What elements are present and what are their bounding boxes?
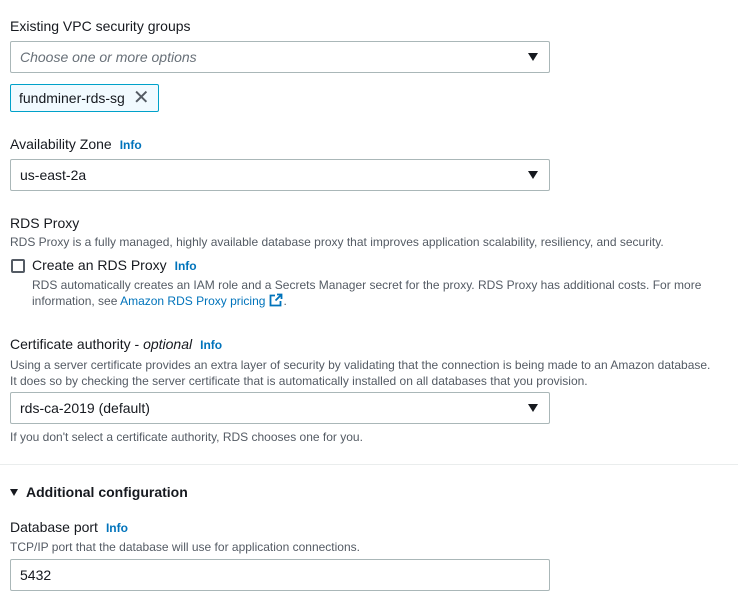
caret-down-icon <box>528 404 538 412</box>
rds-proxy-help-suffix: . <box>283 294 287 308</box>
certificate-authority-select[interactable]: rds-ca-2019 (default) <box>10 392 550 424</box>
database-port-label-row: Database port Info <box>10 519 128 535</box>
certificate-authority-label: Certificate authority - <box>10 336 144 352</box>
security-group-token-label: fundminer-rds-sg <box>19 90 125 106</box>
security-group-token: fundminer-rds-sg ✕ <box>10 84 159 112</box>
certificate-authority-label-row: Certificate authority - optional Info <box>10 336 222 352</box>
vpc-security-groups-placeholder: Choose one or more options <box>20 49 197 65</box>
rds-proxy-help-line2: information, see Amazon RDS Proxy pricin… <box>32 293 287 309</box>
database-port-info-link[interactable]: Info <box>106 521 128 535</box>
vpc-security-groups-label: Existing VPC security groups <box>10 18 191 34</box>
caret-down-icon <box>10 489 18 496</box>
external-link-icon[interactable] <box>269 293 283 307</box>
certificate-authority-value: rds-ca-2019 (default) <box>20 400 150 416</box>
availability-zone-label: Availability Zone <box>10 136 112 152</box>
create-rds-proxy-label-row: Create an RDS Proxy Info <box>32 257 197 273</box>
section-divider <box>0 464 738 465</box>
rds-proxy-info-link[interactable]: Info <box>175 259 197 273</box>
availability-zone-value: us-east-2a <box>20 167 87 183</box>
additional-configuration-title: Additional configuration <box>26 484 188 500</box>
database-port-description: TCP/IP port that the database will use f… <box>10 540 360 554</box>
certificate-authority-optional: optional <box>143 336 193 352</box>
availability-zone-select[interactable]: us-east-2a <box>10 159 550 191</box>
availability-zone-info-link[interactable]: Info <box>120 138 142 152</box>
create-rds-proxy-label[interactable]: Create an RDS Proxy <box>32 257 167 273</box>
additional-configuration-toggle[interactable]: Additional configuration <box>10 484 188 500</box>
rds-proxy-description: RDS Proxy is a fully managed, highly ava… <box>10 235 664 249</box>
availability-zone-label-row: Availability Zone Info <box>10 136 142 152</box>
certificate-authority-description-line1: Using a server certificate provides an e… <box>10 358 711 372</box>
rds-proxy-help-line1: RDS automatically creates an IAM role an… <box>32 278 702 292</box>
create-rds-proxy-checkbox[interactable] <box>11 259 25 273</box>
rds-proxy-heading: RDS Proxy <box>10 215 80 231</box>
caret-down-icon <box>528 171 538 179</box>
certificate-authority-description-line2: It does so by checking the server certif… <box>10 374 588 388</box>
database-port-value: 5432 <box>20 567 52 583</box>
caret-down-icon <box>528 53 538 61</box>
vpc-security-groups-select[interactable]: Choose one or more options <box>10 41 550 73</box>
database-port-input[interactable]: 5432 <box>10 559 550 591</box>
close-icon[interactable]: ✕ <box>133 88 150 108</box>
rds-proxy-help-prefix: information, see <box>32 294 121 308</box>
certificate-authority-hint: If you don't select a certificate author… <box>10 430 363 444</box>
database-port-label: Database port <box>10 519 98 535</box>
certificate-authority-info-link[interactable]: Info <box>200 338 222 352</box>
rds-proxy-pricing-link[interactable]: Amazon RDS Proxy pricing <box>120 294 265 308</box>
